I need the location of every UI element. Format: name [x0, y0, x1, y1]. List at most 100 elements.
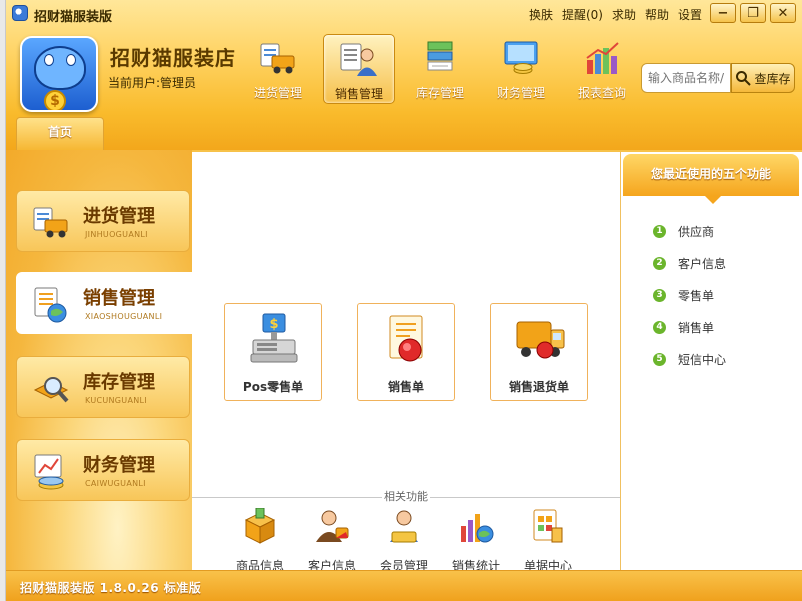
module-purchase-name: 进货管理 [83, 206, 155, 227]
inventory-icon [427, 41, 453, 71]
sales-order-button[interactable]: 销售单 [357, 303, 455, 401]
nav-inventory[interactable]: 库存管理 [404, 34, 476, 104]
recent-item[interactable]: 5 短信中心 [653, 343, 726, 375]
app-window: 招财猫服装版 换肤 提醒(0) 求助 帮助 设置 − ❐ ✕ $ 招财猫服装店 … [6, 0, 802, 601]
close-button[interactable]: ✕ [770, 3, 796, 23]
related-customer-info[interactable]: 客户信息 [300, 508, 364, 573]
header: 招财猫服装版 换肤 提醒(0) 求助 帮助 设置 − ❐ ✕ $ 招财猫服装店 … [6, 0, 802, 150]
check-stock-label: 查库存 [754, 71, 791, 86]
module-finance[interactable]: 财务管理 CAIWUGUANLI [16, 439, 190, 501]
title-bar: 招财猫服装版 换肤 提醒(0) 求助 帮助 设置 − ❐ ✕ [6, 0, 802, 28]
top-links: 换肤 提醒(0) 求助 帮助 设置 [529, 6, 702, 23]
module-finance-name: 财务管理 [83, 455, 155, 476]
number-badge: 3 [653, 288, 666, 302]
tab-home[interactable]: 首页 [16, 117, 104, 150]
recent-item[interactable]: 4 销售单 [653, 311, 726, 343]
related-document-center[interactable]: 单据中心 [516, 508, 580, 573]
recent-item[interactable]: 2 客户信息 [653, 247, 726, 279]
nav-finance-label: 财务管理 [496, 86, 545, 100]
sales-return-order-label: 销售退货单 [508, 380, 569, 394]
skin-link[interactable]: 换肤 [529, 6, 553, 23]
recent-item[interactable]: 1 供应商 [653, 215, 726, 247]
module-inventory-pinyin: KUCUNGUANLI [85, 396, 147, 405]
customer-icon [316, 510, 349, 542]
return-truck-icon [516, 321, 565, 359]
version-text: 招财猫服装版 1.8.0.26 标准版 [20, 581, 202, 595]
nav-purchase[interactable]: 进货管理 [242, 34, 314, 104]
document-center-icon [533, 509, 563, 543]
recent-item-label: 供应商 [678, 224, 715, 239]
recent-item-label: 销售单 [678, 320, 715, 335]
sales-return-order-button[interactable]: 销售退货单 [490, 303, 588, 401]
product-search-input[interactable] [641, 63, 731, 93]
recent-item-label: 短信中心 [678, 352, 727, 367]
coin-icon: $ [44, 90, 66, 110]
sales-globe-icon [34, 287, 67, 323]
pos-register-icon: $ [250, 313, 298, 363]
magnifier-box-icon [33, 377, 69, 403]
svg-text:$: $ [269, 317, 278, 332]
number-badge: 1 [653, 224, 666, 238]
settings-link[interactable]: 设置 [678, 6, 702, 23]
module-purchase[interactable]: 进货管理 JINHUOGUANLI [16, 190, 190, 252]
sales-workspace: $ Pos零售单 销售单 销售退货单 相关功能 商品信息 客户信息 会员管理 销… [192, 152, 620, 573]
help-request-link[interactable]: 求助 [612, 6, 636, 23]
lucky-cat-logo: $ [20, 36, 98, 112]
pos-retail-order-button[interactable]: $ Pos零售单 [224, 303, 322, 401]
member-icon [390, 510, 418, 543]
number-badge: 5 [653, 352, 666, 366]
related-product-info[interactable]: 商品信息 [228, 507, 292, 573]
truck-icon [33, 207, 68, 238]
product-box-icon [244, 507, 276, 544]
nav-reports[interactable]: 报表查询 [566, 34, 638, 104]
finance-chart-icon [34, 454, 64, 490]
minimize-button[interactable]: − [710, 3, 736, 23]
recent-functions-list: 1 供应商 2 客户信息 3 零售单 4 销售单 5 短信中心 [653, 215, 726, 375]
help-link[interactable]: 帮助 [645, 6, 669, 23]
recent-item-label: 客户信息 [678, 256, 727, 271]
number-badge: 4 [653, 320, 666, 334]
sales-person-icon [340, 43, 377, 76]
cat-eye-left [44, 54, 54, 66]
current-user: 当前用户:管理员 [108, 76, 197, 90]
app-icon [12, 5, 28, 21]
status-bar: 招财猫服装版 1.8.0.26 标准版 [6, 570, 802, 601]
nav-inventory-label: 库存管理 [415, 86, 464, 100]
window-title: 招财猫服装版 [34, 10, 113, 25]
sales-order-label: 销售单 [387, 380, 424, 394]
module-purchase-pinyin: JINHUOGUANLI [85, 230, 148, 239]
related-member-management[interactable]: 会员管理 [372, 508, 436, 573]
truck-icon [260, 43, 295, 74]
recent-item-label: 零售单 [678, 288, 715, 303]
reminder-link[interactable]: 提醒(0) [562, 6, 603, 23]
number-badge: 2 [653, 256, 666, 270]
recent-item[interactable]: 3 零售单 [653, 279, 726, 311]
nav-finance[interactable]: 财务管理 [485, 34, 557, 104]
store-name: 招财猫服装店 [110, 46, 236, 70]
main-nav: 进货管理 销售管理 库存管理 财务管理 报表查询 [242, 34, 638, 104]
nav-sales[interactable]: 销售管理 [323, 34, 395, 104]
check-stock-button[interactable]: 查库存 [731, 63, 795, 93]
finance-monitor-icon [504, 41, 538, 74]
report-chart-icon [586, 42, 619, 74]
stats-chart-icon [461, 514, 494, 543]
sales-order-icon [389, 315, 423, 362]
nav-sales-label: 销售管理 [334, 87, 383, 101]
related-title: 相关功能 [382, 488, 430, 504]
module-inventory-name: 库存管理 [83, 372, 155, 393]
window-controls: − ❐ ✕ [710, 3, 796, 23]
module-sales[interactable]: 销售管理 XIAOSHOUGUANLI [16, 272, 196, 334]
recent-functions-title: 您最近使用的五个功能 [623, 154, 799, 204]
recent-functions-panel: 您最近使用的五个功能 1 供应商 2 客户信息 3 零售单 4 销售单 5 短信… [620, 152, 802, 570]
related-sales-statistics[interactable]: 销售统计 [444, 508, 508, 573]
module-panel: 进货管理 JINHUOGUANLI 销售管理 XIAOSHOUGUANLI 库存… [6, 150, 196, 570]
maximize-button[interactable]: ❐ [740, 3, 766, 23]
module-sales-name: 销售管理 [83, 288, 155, 309]
module-inventory[interactable]: 库存管理 KUCUNGUANLI [16, 356, 190, 418]
nav-reports-label: 报表查询 [577, 86, 626, 100]
cat-face [34, 46, 86, 90]
cat-eye-right [66, 54, 76, 66]
module-sales-pinyin: XIAOSHOUGUANLI [85, 312, 163, 321]
pos-retail-order-label: Pos零售单 [242, 380, 304, 394]
search-icon [736, 71, 752, 86]
